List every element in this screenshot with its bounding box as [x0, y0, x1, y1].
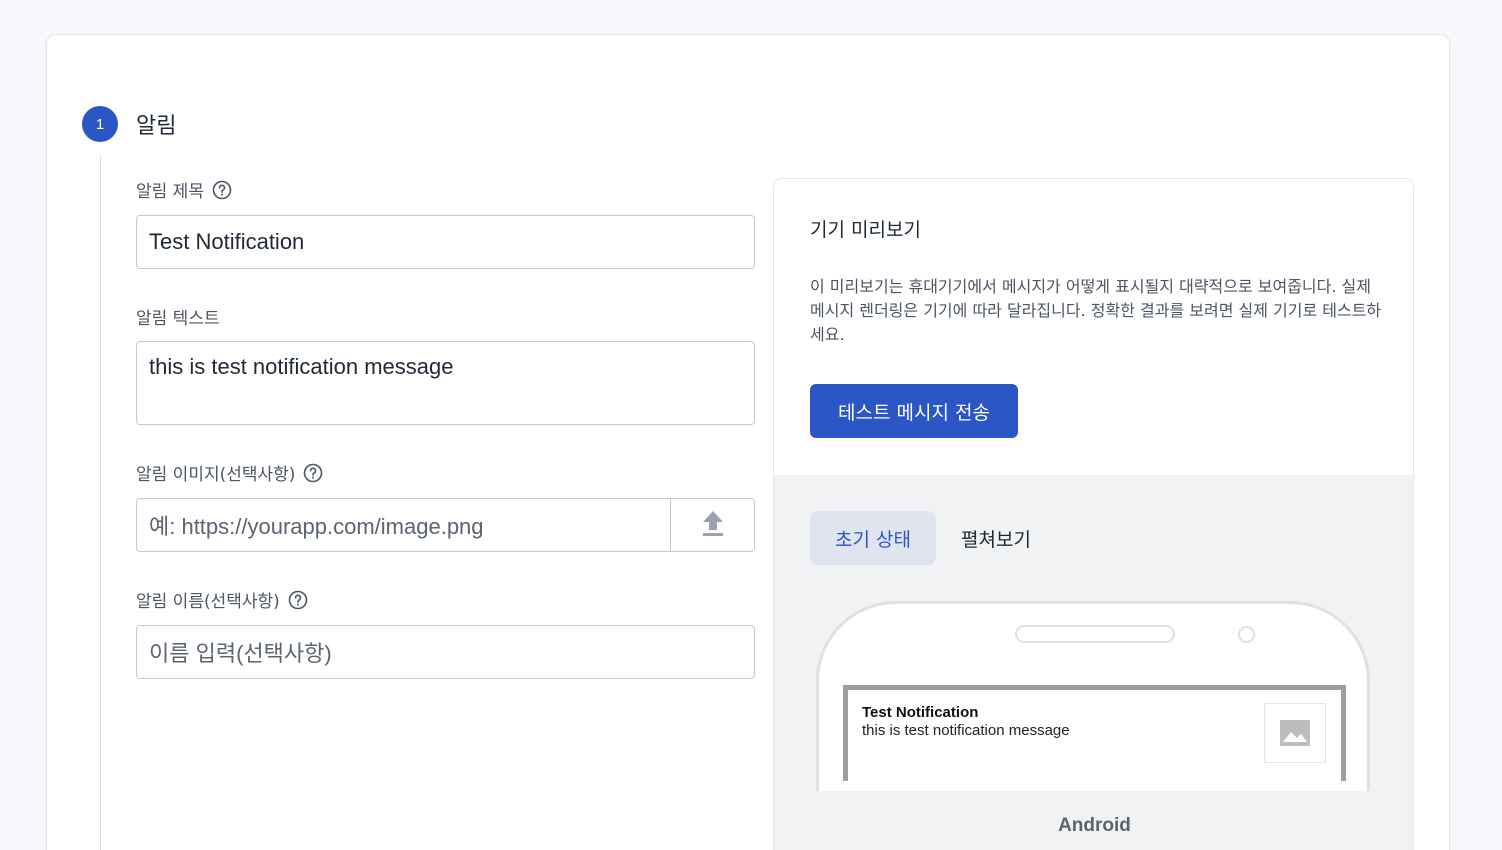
notification-image-label-text: 알림 이미지(선택사항): [136, 465, 296, 485]
tab-initial-state[interactable]: 초기 상태: [810, 511, 936, 565]
step-title: 알림: [136, 114, 177, 139]
notification-image-label: 알림 이미지(선택사항): [136, 460, 323, 485]
step-connector-line: [100, 156, 101, 850]
notification-preview-title: Test Notification: [862, 704, 979, 721]
android-phone-frame: Test Notification this is test notificat…: [816, 601, 1370, 791]
device-preview-panel: 기기 미리보기 이 미리보기는 휴대기기에서 메시지가 어떻게 표시될지 대략적…: [773, 178, 1414, 850]
notification-name-label-text: 알림 이름(선택사항): [136, 592, 280, 612]
notification-text-textarea[interactable]: this is test notification message: [136, 341, 755, 425]
phone-screen: Test Notification this is test notificat…: [843, 685, 1346, 781]
preview-device-area: 초기 상태 펼쳐보기 Test Notification this is tes…: [774, 475, 1413, 850]
platform-label: Android: [1058, 815, 1131, 836]
phone-camera: [1238, 626, 1255, 643]
help-icon[interactable]: [288, 590, 308, 610]
preview-description: 이 미리보기는 휴대기기에서 메시지가 어떻게 표시될지 대략적으로 보여줍니다…: [810, 277, 1382, 344]
notification-preview-body: this is test notification message: [862, 722, 1070, 739]
step-number-badge: 1: [82, 106, 118, 142]
notification-image-url-input[interactable]: 예: https://yourapp.com/image.png: [136, 498, 671, 552]
notification-name-label: 알림 이름(선택사항): [136, 587, 308, 612]
phone-speaker: [1015, 625, 1175, 643]
notification-name-input[interactable]: 이름 입력(선택사항): [136, 625, 755, 679]
preview-title: 기기 미리보기: [810, 219, 921, 241]
notification-text-label-text: 알림 텍스트: [136, 309, 220, 329]
image-placeholder-icon: [1264, 703, 1326, 763]
help-icon[interactable]: [212, 180, 232, 200]
send-test-message-button[interactable]: 테스트 메시지 전송: [810, 384, 1018, 438]
tab-expanded-view[interactable]: 펼쳐보기: [946, 511, 1046, 565]
notification-title-label: 알림 제목: [136, 177, 232, 202]
image-upload-button[interactable]: [671, 498, 755, 552]
notification-title-label-text: 알림 제목: [136, 182, 204, 202]
help-icon[interactable]: [303, 463, 323, 483]
notification-title-input[interactable]: Test Notification: [136, 215, 755, 269]
upload-icon: [701, 509, 725, 542]
notification-text-label: 알림 텍스트: [136, 304, 220, 329]
